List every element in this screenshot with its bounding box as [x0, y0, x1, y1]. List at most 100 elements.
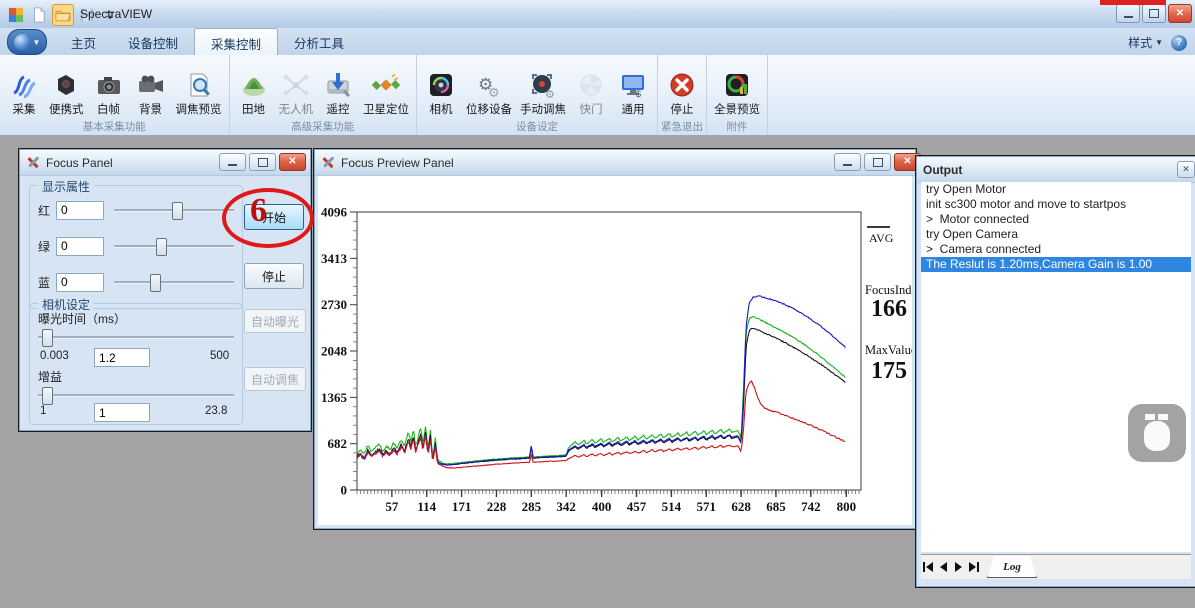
- minimize-button[interactable]: [1116, 4, 1140, 23]
- exposure-label: 曝光时间（ms）: [38, 310, 126, 327]
- log-line[interactable]: > Camera connected: [921, 242, 1191, 257]
- ribbon-button-portable[interactable]: 便携式: [46, 70, 87, 118]
- app-logo-icon[interactable]: [6, 5, 26, 25]
- mouse-icon: [1145, 414, 1155, 420]
- application-orb-button[interactable]: ▼: [7, 29, 47, 55]
- help-icon[interactable]: ?: [1171, 35, 1187, 51]
- ribbon-button-general[interactable]: $通用: [613, 70, 653, 118]
- tab-analysis-tools[interactable]: 分析工具: [278, 28, 360, 55]
- blue-slider-thumb[interactable]: [150, 274, 161, 292]
- prev-page-button[interactable]: [936, 559, 951, 575]
- red-slider-thumb[interactable]: [172, 202, 183, 220]
- ribbon-button-focus-preview[interactable]: 调焦预览: [173, 70, 225, 118]
- tab-device-control[interactable]: 设备控制: [112, 28, 194, 55]
- manual-focus-icon: ⚙: [528, 71, 558, 101]
- ribbon-group-2: 田地无人机遥控卫星定位高级采集功能: [230, 55, 418, 135]
- chevron-down-icon: ▼: [1155, 38, 1163, 47]
- log-line[interactable]: > Motor connected: [921, 212, 1191, 227]
- background-icon: [136, 71, 166, 101]
- minimize-button[interactable]: [834, 153, 861, 171]
- ribbon-button-white-frame[interactable]: 白帧: [89, 70, 129, 118]
- annotation-circle: [222, 188, 314, 248]
- ribbon-button-stop[interactable]: 停止: [662, 70, 702, 118]
- exposure-slider-thumb[interactable]: [42, 329, 53, 347]
- auto-focus-button[interactable]: 自动调焦: [244, 367, 306, 391]
- ribbon-button-manual-focus[interactable]: ⚙手动调焦: [517, 70, 569, 118]
- ribbon-button-stage-device[interactable]: ⚙⚙位移设备: [463, 70, 515, 118]
- output-log-list: try Open Motorinit sc300 motor and move …: [921, 182, 1191, 552]
- display-properties-label: 显示属性: [38, 178, 94, 195]
- ribbon-button-field[interactable]: 田地: [234, 70, 274, 118]
- tab-home[interactable]: 主页: [55, 28, 112, 55]
- stop-button[interactable]: 停止: [244, 263, 304, 289]
- close-button[interactable]: ✕: [279, 153, 306, 171]
- exposure-slider[interactable]: [38, 328, 234, 346]
- log-line[interactable]: The Reslut is 1.20ms,Camera Gain is 1.00: [921, 257, 1191, 272]
- auto-exposure-button[interactable]: 自动曝光: [244, 309, 306, 333]
- red-slider[interactable]: [114, 201, 234, 219]
- output-close-button[interactable]: ✕: [1177, 161, 1195, 178]
- maximize-button[interactable]: [864, 153, 891, 171]
- red-value-input[interactable]: [56, 201, 104, 220]
- ribbon-button-panorama[interactable]: 全景预览: [711, 70, 763, 118]
- maximize-icon: [873, 158, 883, 167]
- ribbon-button-drone[interactable]: 无人机: [276, 70, 317, 118]
- exposure-value-input[interactable]: [94, 348, 150, 367]
- tools-icon: [321, 155, 336, 170]
- log-tab[interactable]: Log: [987, 556, 1037, 578]
- ribbon-button-label: 调焦预览: [176, 101, 222, 117]
- log-line[interactable]: try Open Camera: [921, 227, 1191, 242]
- maximize-icon: [258, 158, 268, 167]
- green-value-input[interactable]: [56, 237, 104, 256]
- restore-icon: [1149, 9, 1159, 18]
- capture-icon: [9, 71, 39, 101]
- x-tick-label: 400: [592, 499, 612, 514]
- y-tick-label: 3413: [321, 251, 348, 266]
- blue-value-input[interactable]: [56, 273, 104, 292]
- preview-panel-titlebar: Focus Preview Panel: [315, 150, 915, 176]
- gain-slider-thumb[interactable]: [42, 387, 53, 405]
- output-window: Output ✕ try Open Motorinit sc300 motor …: [915, 155, 1195, 588]
- ribbon-button-remote[interactable]: 遥控: [318, 70, 358, 118]
- ribbon-button-shutter[interactable]: 快门: [571, 70, 611, 118]
- focus-preview-panel-window: Focus Preview Panel ✕ 068213652048273034…: [313, 148, 917, 530]
- ribbon-button-label: 便携式: [49, 101, 84, 117]
- preview-panel-title: Focus Preview Panel: [341, 156, 454, 170]
- ribbon-button-capture[interactable]: 采集: [4, 70, 44, 118]
- gps-icon: [371, 71, 401, 101]
- log-line[interactable]: init sc300 motor and move to startpos: [921, 197, 1191, 212]
- last-page-button[interactable]: [966, 559, 981, 575]
- style-dropdown[interactable]: 样式 ▼: [1128, 34, 1163, 51]
- log-line[interactable]: try Open Motor: [921, 182, 1191, 197]
- open-folder-icon[interactable]: [52, 4, 74, 26]
- preview-panel-controls: ✕: [834, 153, 921, 171]
- blue-slider[interactable]: [114, 273, 234, 291]
- orb-globe-icon: [14, 34, 31, 51]
- minimize-icon: [843, 164, 852, 166]
- y-tick-label: 2048: [321, 344, 348, 359]
- ribbon-button-gps[interactable]: 卫星定位: [360, 70, 412, 118]
- next-page-button[interactable]: [951, 559, 966, 575]
- y-tick-label: 682: [328, 436, 348, 451]
- minimize-button[interactable]: [219, 153, 246, 171]
- maximize-button[interactable]: [249, 153, 276, 171]
- mouse-icon: [1144, 421, 1170, 451]
- gain-value-input[interactable]: [94, 403, 150, 422]
- restore-button[interactable]: [1142, 4, 1166, 23]
- ribbon-group-label: 设备设定: [417, 119, 657, 134]
- gain-slider[interactable]: [38, 386, 234, 404]
- ribbon-button-label: 田地: [237, 101, 271, 117]
- green-slider-thumb[interactable]: [156, 238, 167, 256]
- ribbon-button-camera[interactable]: 相机: [421, 70, 461, 118]
- x-tick-label: 571: [697, 499, 717, 514]
- stat-label: FocusIndex: [865, 283, 912, 297]
- close-button[interactable]: ✕: [1168, 4, 1192, 23]
- remote-icon: [323, 71, 353, 101]
- green-slider[interactable]: [114, 237, 234, 255]
- y-tick-label: 2730: [321, 297, 347, 312]
- first-page-button[interactable]: [921, 559, 936, 575]
- ribbon-button-background[interactable]: 背景: [131, 70, 171, 118]
- tab-acquisition-control[interactable]: 采集控制: [194, 28, 278, 56]
- focus-panel-title: Focus Panel: [46, 156, 113, 170]
- new-document-icon[interactable]: [29, 5, 49, 25]
